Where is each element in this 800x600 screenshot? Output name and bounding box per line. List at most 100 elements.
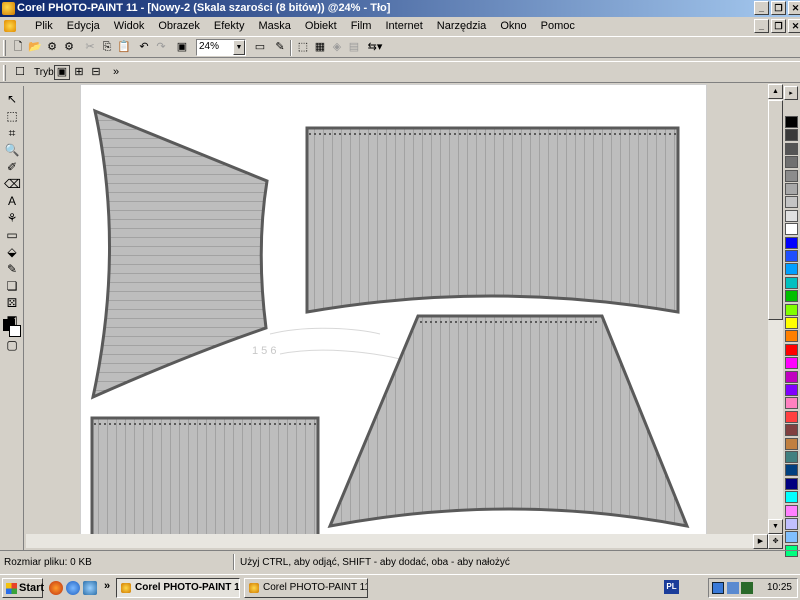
- new-file-icon[interactable]: 🗋: [10, 40, 26, 55]
- firefox-icon[interactable]: [49, 581, 63, 595]
- pattern-piece-left[interactable]: [90, 108, 269, 400]
- palette-swatch[interactable]: [785, 451, 798, 463]
- show-desktop-icon[interactable]: [83, 581, 97, 595]
- palette-swatch[interactable]: [785, 236, 798, 249]
- palette-swatch[interactable]: [785, 464, 798, 477]
- text-tool-icon[interactable]: A: [4, 194, 20, 209]
- full-screen-icon[interactable]: ▭: [252, 40, 268, 55]
- fill-tool-icon[interactable]: ⬙: [4, 245, 20, 260]
- palette-swatch[interactable]: [785, 491, 798, 504]
- app-icon[interactable]: [2, 2, 15, 15]
- document-icon[interactable]: [4, 20, 16, 32]
- pick-tool-icon[interactable]: ↖: [4, 92, 20, 107]
- doc-restore-button[interactable]: ❐: [771, 19, 786, 33]
- palette-swatch[interactable]: [785, 317, 798, 329]
- import-icon[interactable]: ▣: [174, 40, 190, 55]
- chevron-down-icon[interactable]: ▼: [233, 40, 245, 55]
- language-indicator[interactable]: PL: [664, 580, 679, 594]
- menu-item-8[interactable]: Internet: [378, 20, 429, 32]
- minimize-button[interactable]: _: [754, 1, 769, 15]
- mode-add-icon[interactable]: ⊞: [71, 65, 87, 80]
- image-sprayer-icon[interactable]: ⚄: [4, 296, 20, 311]
- quicklaunch-overflow-icon[interactable]: »: [104, 580, 110, 592]
- open-file-icon[interactable]: 📂: [27, 40, 43, 55]
- restore-button[interactable]: ❐: [771, 1, 786, 15]
- browser-icon[interactable]: [66, 581, 80, 595]
- palette-swatch[interactable]: [785, 370, 798, 383]
- palette-swatch[interactable]: [785, 303, 798, 316]
- pattern-piece-bottom-left[interactable]: [90, 416, 320, 536]
- pattern-piece-bottom-right[interactable]: [327, 314, 690, 528]
- start-button[interactable]: Start: [2, 578, 44, 598]
- object-icon[interactable]: ◈: [329, 40, 345, 55]
- menu-item-9[interactable]: Narzędzia: [430, 20, 494, 32]
- eraser-icon[interactable]: ⌫: [4, 177, 21, 192]
- palette-swatch[interactable]: [785, 223, 798, 236]
- menu-item-0[interactable]: Plik: [28, 20, 60, 32]
- menu-item-4[interactable]: Efekty: [207, 20, 252, 32]
- palette-swatch[interactable]: [785, 263, 798, 276]
- palette-swatch[interactable]: [785, 290, 798, 303]
- mode-normal-icon[interactable]: ▣: [54, 65, 70, 80]
- paste-icon[interactable]: 📋: [116, 40, 132, 55]
- navigator-icon[interactable]: ✥: [768, 534, 783, 549]
- paper-color-icon[interactable]: ▢: [4, 338, 20, 353]
- eyedropper-icon[interactable]: ✐: [4, 160, 20, 175]
- menu-item-7[interactable]: Film: [344, 20, 379, 32]
- vertical-scroll-thumb[interactable]: [768, 100, 783, 320]
- palette-swatch[interactable]: [785, 183, 798, 195]
- menu-item-6[interactable]: Obiekt: [298, 20, 344, 32]
- mode-subtract-icon[interactable]: ⊟: [88, 65, 104, 80]
- palette-swatch[interactable]: [785, 437, 798, 450]
- cut-icon[interactable]: ✂: [82, 40, 98, 55]
- palette-swatch[interactable]: [785, 397, 798, 410]
- toolbar-grip[interactable]: [3, 65, 6, 81]
- menu-item-10[interactable]: Okno: [493, 20, 533, 32]
- crop-icon[interactable]: ⌗: [4, 126, 20, 141]
- palette-swatch[interactable]: [785, 410, 798, 423]
- palette-swatch[interactable]: [785, 330, 798, 343]
- menu-item-5[interactable]: Maska: [251, 20, 297, 32]
- new-from-clipboard-icon[interactable]: ⚙: [44, 40, 60, 55]
- palette-swatch[interactable]: [785, 169, 798, 182]
- doc-close-button[interactable]: ✕: [788, 19, 800, 33]
- zoom-select[interactable]: 24% ▼: [196, 39, 246, 56]
- palette-swatch[interactable]: [785, 276, 798, 289]
- marquee-icon[interactable]: ▦: [312, 40, 328, 55]
- scan-icon[interactable]: ⚙: [61, 40, 77, 55]
- palette-swatch[interactable]: [785, 357, 798, 370]
- rectangle-mask-icon[interactable]: ⬚: [4, 109, 20, 124]
- menu-item-3[interactable]: Obrazek: [151, 20, 207, 32]
- redo-icon[interactable]: ↷: [153, 40, 169, 55]
- palette-swatch[interactable]: [785, 343, 798, 356]
- undo-icon[interactable]: ↶: [136, 40, 152, 55]
- tray-network-icon[interactable]: [712, 582, 724, 594]
- palette-swatch[interactable]: [785, 518, 798, 530]
- vertical-scrollbar[interactable]: ▲ ▼: [768, 84, 783, 534]
- launcher-icon[interactable]: ⇆▾: [367, 40, 383, 55]
- more-options-icon[interactable]: »: [108, 65, 124, 80]
- taskbar-item-photopaint-active[interactable]: Corel PHOTO-PAINT 1...: [116, 578, 240, 598]
- horizontal-scrollbar[interactable]: ▶: [26, 534, 768, 549]
- clock[interactable]: 10:25: [767, 582, 792, 593]
- rectangle-tool-icon[interactable]: ▭: [4, 228, 20, 243]
- palette-swatch[interactable]: [785, 504, 798, 517]
- menu-item-2[interactable]: Widok: [107, 20, 152, 32]
- tray-app-icon[interactable]: [727, 582, 739, 594]
- doc-minimize-button[interactable]: _: [754, 19, 769, 33]
- palette-swatch[interactable]: [785, 142, 798, 155]
- clone-tool-icon[interactable]: ❏: [4, 279, 20, 294]
- tray-volume-icon[interactable]: [741, 582, 753, 594]
- mask-icon[interactable]: ⬚: [295, 40, 311, 55]
- menu-item-1[interactable]: Edycja: [60, 20, 107, 32]
- background-color-swatch[interactable]: [9, 325, 21, 337]
- palette-swatch[interactable]: [785, 156, 798, 169]
- taskbar-item-photopaint[interactable]: Corel PHOTO-PAINT 11: [244, 578, 368, 598]
- palette-swatch[interactable]: [785, 129, 798, 142]
- close-button[interactable]: ✕: [788, 1, 800, 15]
- palette-swatch[interactable]: [785, 196, 798, 209]
- toolbar-grip[interactable]: [3, 40, 6, 56]
- paint-tool-icon[interactable]: ✎: [4, 262, 20, 277]
- preset-icon[interactable]: ☐: [12, 65, 28, 80]
- palette-swatch[interactable]: [785, 384, 798, 396]
